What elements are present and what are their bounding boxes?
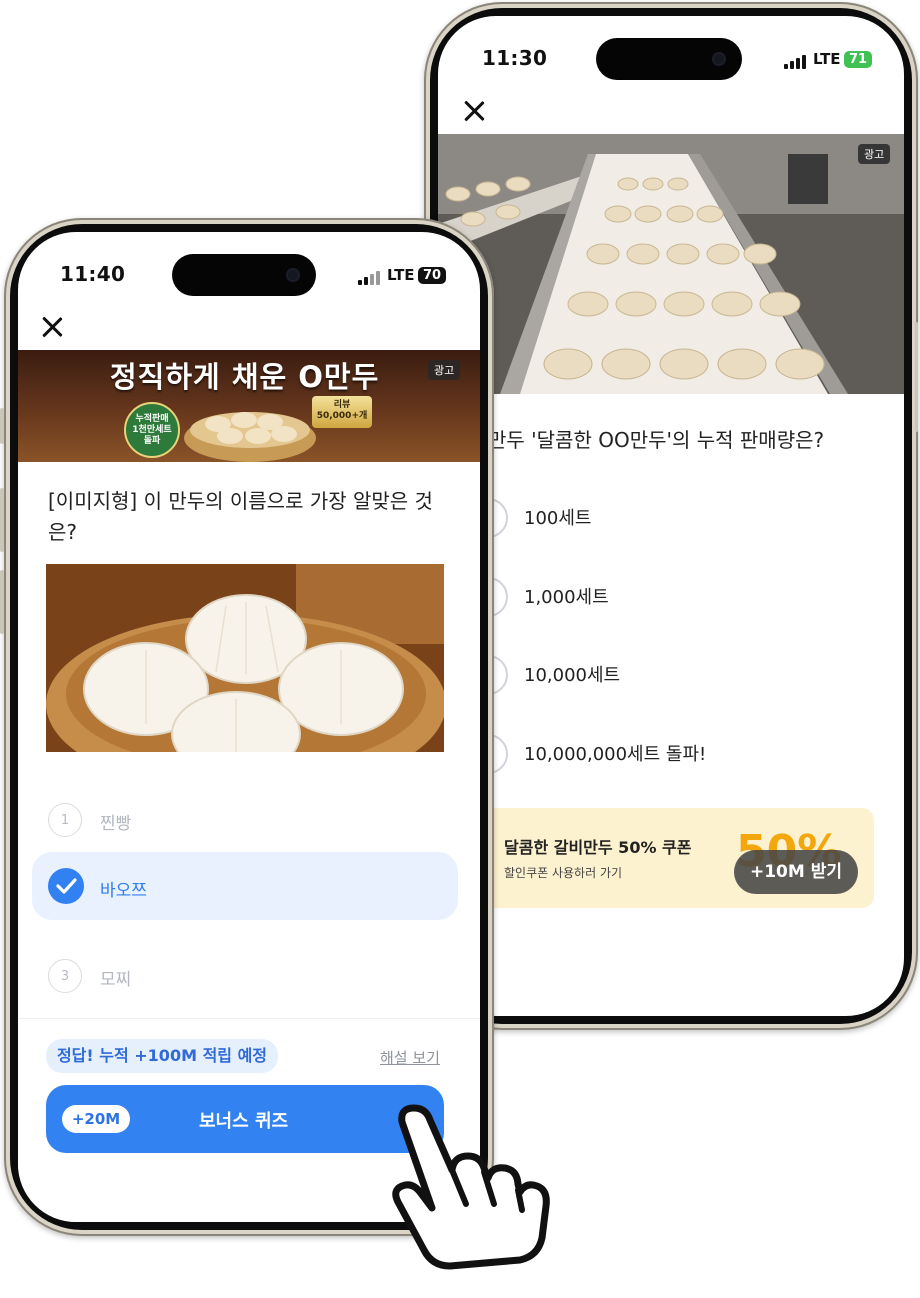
sales-badge: 누적판매 1천만세트 돌파	[124, 402, 180, 458]
bao-image	[46, 564, 444, 752]
dumpling-conveyor-image: 광고	[438, 134, 904, 394]
back-phone-frame: 11:30 LTE 71 광고 만두 '달콤한 OO만두'의 누적 판매량은? …	[424, 2, 918, 1030]
get-reward-button[interactable]: +10M 받기	[734, 850, 858, 894]
question-text: 만두 '달콤한 OO만두'의 누적 판매량은?	[488, 428, 825, 452]
option-radio-1[interactable]: 1	[48, 803, 82, 837]
close-icon[interactable]	[462, 99, 486, 123]
option-label-2[interactable]: 1,000세트	[524, 583, 609, 609]
coupon-subtitle: 할인쿠폰 사용하러 가기	[504, 866, 623, 880]
dynamic-island	[172, 254, 316, 296]
status-time: 11:40	[60, 262, 126, 286]
conveyor-illustration	[438, 134, 904, 394]
status-time: 11:30	[482, 46, 548, 70]
close-icon[interactable]	[40, 315, 64, 339]
ad-label: 광고	[858, 144, 891, 164]
option-label-1[interactable]: 100세트	[524, 504, 591, 530]
network-label: LTE	[813, 50, 841, 68]
check-mark	[56, 878, 77, 894]
back-phone-bezel: 11:30 LTE 71 광고 만두 '달콤한 OO만두'의 누적 판매량은? …	[430, 8, 912, 1024]
dynamic-island	[596, 38, 742, 80]
option-label-2[interactable]: 바오쯔	[100, 876, 147, 901]
bao-illustration	[46, 564, 444, 752]
signal-icon	[358, 269, 380, 285]
signal-icon	[784, 53, 806, 69]
volume-down-button	[0, 570, 4, 634]
front-phone-bezel: 11:40 LTE 70 정직하게 채운 O만두 광고 누적판매 1천만세트 돌…	[10, 224, 488, 1230]
front-phone-frame: 11:40 LTE 70 정직하게 채운 O만두 광고 누적판매 1천만세트 돌…	[0, 218, 494, 1236]
banner-title: 정직하게 채운 O만두	[110, 360, 380, 394]
back-phone-screen: 11:30 LTE 71 광고 만두 '달콤한 OO만두'의 누적 판매량은? …	[438, 16, 904, 1016]
cta-label: 보너스 퀴즈	[199, 1111, 289, 1132]
review-badge-line: 리뷰	[333, 400, 351, 410]
coupon-title: 달콤한 갈비만두 50% 쿠폰	[504, 838, 692, 857]
result-pill: 정답! 누적 +100M 적립 예정	[46, 1039, 278, 1073]
option-label-4[interactable]: 10,000,000세트 돌파!	[524, 740, 706, 766]
front-phone-screen: 11:40 LTE 70 정직하게 채운 O만두 광고 누적판매 1천만세트 돌…	[18, 232, 480, 1222]
option-label-1[interactable]: 찐빵	[100, 809, 131, 834]
option-selected-row[interactable]	[32, 852, 458, 920]
option-label-3[interactable]: 10,000세트	[524, 661, 620, 687]
pointing-hand-icon	[392, 1104, 550, 1270]
coupon-banner[interactable]: 달콤한 갈비만두 50% 쿠폰 할인쿠폰 사용하러 가기 50% +10M 받기	[478, 808, 874, 908]
reward-badge: +20M	[62, 1105, 130, 1133]
sales-badge-line: 1천만세트	[132, 425, 172, 435]
battery-icon: 71	[844, 51, 872, 68]
sales-badge-line: 누적판매	[135, 414, 169, 424]
action-button	[0, 408, 4, 444]
battery-icon: 70	[418, 267, 446, 284]
review-badge: 리뷰 50,000+개	[312, 396, 372, 428]
option-label-3[interactable]: 모찌	[100, 965, 131, 990]
camera-icon	[712, 52, 726, 66]
option-radio-3[interactable]: 3	[48, 959, 82, 993]
check-icon[interactable]	[48, 868, 84, 904]
volume-up-button	[0, 488, 4, 552]
ad-label: 광고	[428, 360, 461, 380]
camera-icon	[286, 268, 300, 282]
sales-badge-line: 돌파	[143, 436, 161, 446]
explain-link[interactable]: 해설 보기	[380, 1047, 440, 1068]
network-label: LTE	[387, 266, 415, 284]
side-button	[915, 322, 918, 432]
question-text: [이미지형] 이 만두의 이름으로 가장 알맞은 것은?	[48, 489, 433, 544]
ad-banner[interactable]: 정직하게 채운 O만두 광고 누적판매 1천만세트 돌파 리뷰 50,000+개	[18, 350, 480, 462]
review-badge-line: 50,000+개	[316, 411, 368, 421]
